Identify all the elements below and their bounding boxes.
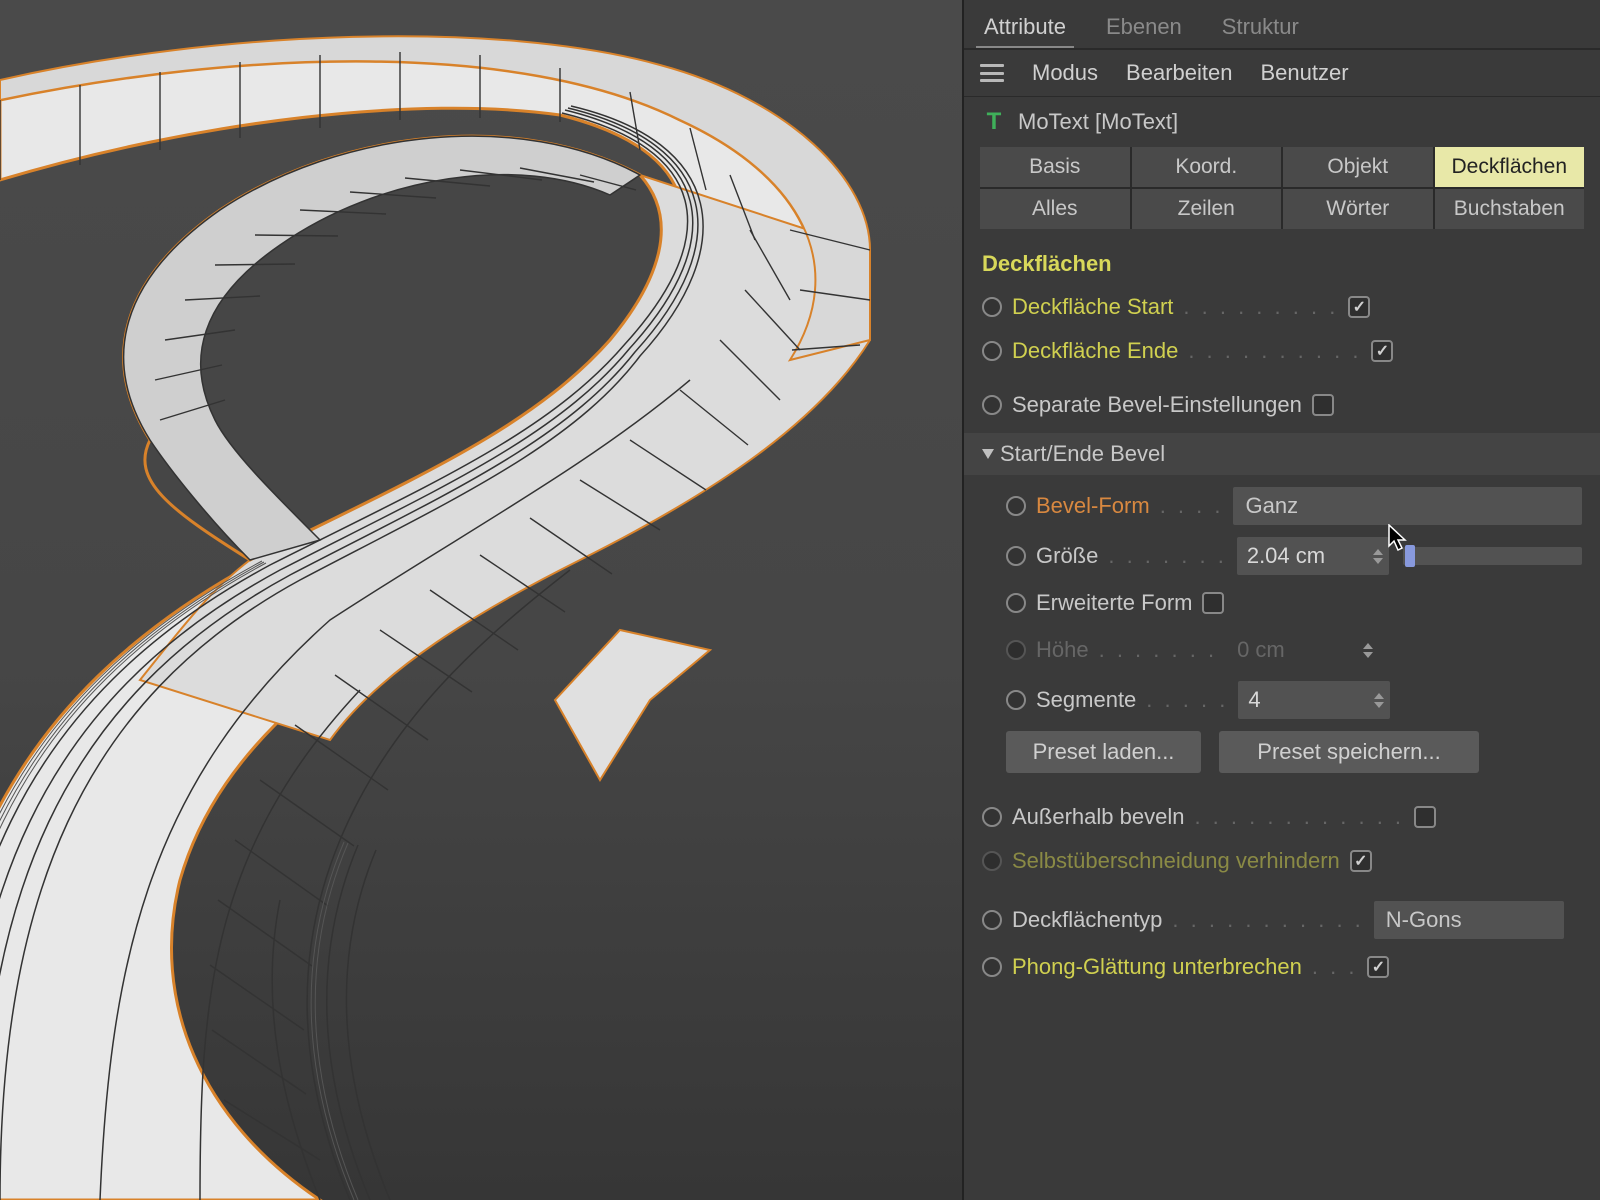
anim-dot[interactable] <box>982 341 1002 361</box>
menu-modus[interactable]: Modus <box>1032 60 1098 86</box>
checkbox-separate-bevel[interactable] <box>1312 394 1334 416</box>
preset-buttons: Preset laden... Preset speichern... <box>964 725 1600 779</box>
motext-icon: T <box>982 110 1006 134</box>
label-bevel-form: Bevel-Form <box>1036 493 1150 519</box>
label-groesse: Größe <box>1036 543 1098 569</box>
label-erweiterte-form: Erweiterte Form <box>1036 590 1192 616</box>
anim-dot[interactable] <box>982 807 1002 827</box>
row-ausserhalb-beveln: Außerhalb beveln . . . . . . . . . . . . <box>964 795 1600 839</box>
menu-icon[interactable] <box>980 64 1004 82</box>
spinner-hoehe <box>1363 643 1379 658</box>
tab-struktur[interactable]: Struktur <box>1214 8 1307 48</box>
dropdown-deckflaechentyp[interactable]: N-Gons <box>1374 901 1564 939</box>
subtab-deckflaechen[interactable]: Deckflächen <box>1435 147 1585 187</box>
row-groesse: Größe . . . . . . . <box>964 531 1600 581</box>
row-deckflaeche-start: Deckfläche Start . . . . . . . . . <box>964 285 1600 329</box>
label-bevel-header: Start/Ende Bevel <box>1000 441 1165 467</box>
label-segmente: Segmente <box>1036 687 1136 713</box>
anim-dot[interactable] <box>982 957 1002 977</box>
label-deckflaechentyp: Deckflächentyp <box>1012 907 1162 933</box>
tab-ebenen[interactable]: Ebenen <box>1098 8 1190 48</box>
anim-dot[interactable] <box>982 395 1002 415</box>
subtab-woerter[interactable]: Wörter <box>1283 189 1433 229</box>
panel-tabs: Attribute Ebenen Struktur <box>964 0 1600 50</box>
label-deckflaeche-ende: Deckfläche Ende <box>1012 338 1178 364</box>
button-preset-speichern[interactable]: Preset speichern... <box>1219 731 1479 773</box>
row-phong: Phong-Glättung unterbrechen . . . <box>964 945 1600 989</box>
checkbox-deckflaeche-ende[interactable] <box>1371 340 1393 362</box>
section-header-bevel[interactable]: Start/Ende Bevel <box>964 433 1600 475</box>
slider-handle[interactable] <box>1405 545 1415 567</box>
subtab-basis[interactable]: Basis <box>980 147 1130 187</box>
section-title-deckflaechen: Deckflächen <box>964 241 1600 285</box>
row-erweiterte-form: Erweiterte Form <box>964 581 1600 625</box>
anim-dot <box>1006 640 1026 660</box>
input-hoehe <box>1227 631 1379 669</box>
row-hoehe: Höhe . . . . . . . <box>964 625 1600 675</box>
anim-dot <box>982 851 1002 871</box>
menu-bearbeiten[interactable]: Bearbeiten <box>1126 60 1232 86</box>
input-groesse[interactable] <box>1237 537 1389 575</box>
3d-viewport[interactable] <box>0 0 962 1200</box>
button-preset-laden[interactable]: Preset laden... <box>1006 731 1201 773</box>
anim-dot[interactable] <box>1006 690 1026 710</box>
checkbox-erweiterte-form[interactable] <box>1202 592 1224 614</box>
subtab-koord[interactable]: Koord. <box>1132 147 1282 187</box>
label-deckflaeche-start: Deckfläche Start <box>1012 294 1173 320</box>
tab-attribute[interactable]: Attribute <box>976 8 1074 48</box>
subtab-objekt[interactable]: Objekt <box>1283 147 1433 187</box>
object-header: T MoText [MoText] <box>964 97 1600 147</box>
subtab-alles[interactable]: Alles <box>980 189 1130 229</box>
attribute-toolbar: Modus Bearbeiten Benutzer <box>964 50 1600 97</box>
label-hoehe: Höhe <box>1036 637 1089 663</box>
row-deckflaeche-ende: Deckfläche Ende . . . . . . . . . . <box>964 329 1600 373</box>
subtab-zeilen[interactable]: Zeilen <box>1132 189 1282 229</box>
slider-groesse[interactable] <box>1403 547 1582 565</box>
object-name: MoText [MoText] <box>1018 109 1178 135</box>
checkbox-deckflaeche-start[interactable] <box>1348 296 1370 318</box>
checkbox-selbstueberschneidung <box>1350 850 1372 872</box>
label-phong: Phong-Glättung unterbrechen <box>1012 954 1302 980</box>
label-ausserhalb: Außerhalb beveln <box>1012 804 1184 830</box>
label-selbstueberschneidung: Selbstüberschneidung verhindern <box>1012 848 1340 874</box>
anim-dot[interactable] <box>1006 546 1026 566</box>
anim-dot[interactable] <box>982 297 1002 317</box>
row-selbstueberschneidung: Selbstüberschneidung verhindern <box>964 839 1600 883</box>
input-segmente[interactable] <box>1238 681 1390 719</box>
row-bevel-form: Bevel-Form . . . . Ganz <box>964 481 1600 531</box>
checkbox-ausserhalb[interactable] <box>1414 806 1436 828</box>
anim-dot[interactable] <box>1006 496 1026 516</box>
dropdown-bevel-form[interactable]: Ganz <box>1233 487 1582 525</box>
anim-dot[interactable] <box>1006 593 1026 613</box>
attribute-manager-panel: Attribute Ebenen Struktur Modus Bearbeit… <box>962 0 1600 1200</box>
object-subtabs: Basis Koord. Objekt Deckflächen Alles Ze… <box>980 147 1584 229</box>
row-deckflaechentyp: Deckflächentyp . . . . . . . . . . . N-G… <box>964 895 1600 945</box>
disclosure-triangle-icon <box>982 449 994 459</box>
row-separate-bevel: Separate Bevel-Einstellungen <box>964 383 1600 427</box>
checkbox-phong[interactable] <box>1367 956 1389 978</box>
subtab-buchstaben[interactable]: Buchstaben <box>1435 189 1585 229</box>
label-separate-bevel: Separate Bevel-Einstellungen <box>1012 392 1302 418</box>
menu-benutzer[interactable]: Benutzer <box>1260 60 1348 86</box>
spinner-groesse[interactable] <box>1373 549 1389 564</box>
spinner-segmente[interactable] <box>1374 693 1390 708</box>
row-segmente: Segmente . . . . . <box>964 675 1600 725</box>
anim-dot[interactable] <box>982 910 1002 930</box>
